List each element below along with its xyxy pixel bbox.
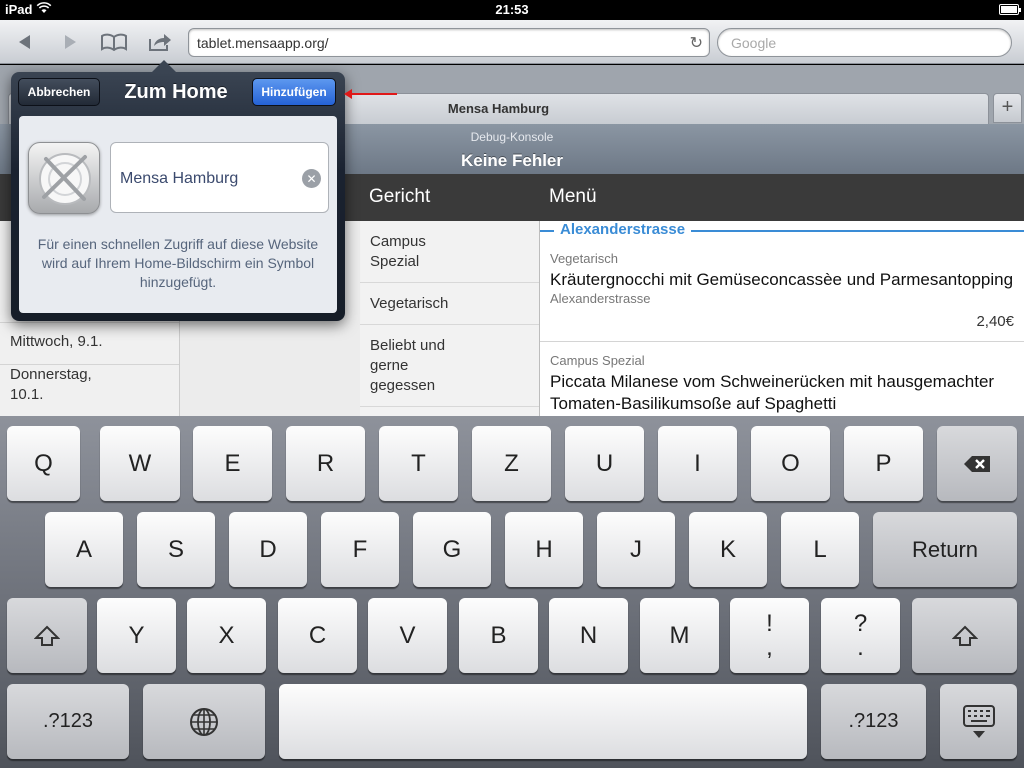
backspace-key[interactable] (937, 426, 1017, 501)
bookmark-name-input[interactable] (120, 167, 295, 191)
day-item-thursday[interactable]: Donnerstag, 10.1. (0, 364, 179, 415)
space-key[interactable] (279, 684, 807, 759)
bookmarks-icon[interactable] (99, 29, 129, 55)
key-g[interactable]: G (413, 512, 491, 587)
battery-icon (999, 4, 1021, 15)
key-r[interactable]: R (286, 426, 365, 501)
globe-icon (190, 707, 218, 736)
day-item-wednesday[interactable]: Mittwoch, 9.1. (0, 322, 179, 360)
key-bottom-char: , (766, 633, 773, 661)
search-placeholder: Google (731, 35, 777, 51)
browser-toolbar: tablet.mensaapp.org/ ↻ Google (0, 20, 1024, 64)
app-icon (28, 142, 100, 214)
key-t[interactable]: T (379, 426, 458, 501)
key-question-period[interactable]: ?. (821, 598, 900, 673)
globe-key[interactable] (143, 684, 265, 759)
shift-icon (951, 625, 978, 646)
key-m[interactable]: M (640, 598, 719, 673)
key-bottom-char: . (857, 633, 864, 661)
key-o[interactable]: O (751, 426, 830, 501)
key-n[interactable]: N (549, 598, 628, 673)
dish-item[interactable]: Vegetarisch Kräutergnocchi mit Gemüsecon… (540, 251, 1024, 330)
key-exclamation-comma[interactable]: !, (730, 598, 809, 673)
add-button[interactable]: Hinzufügen (252, 78, 336, 106)
category-column: Gericht Campus Spezial Vegetarisch Belie… (360, 174, 540, 416)
numbers-key-right[interactable]: .?123 (821, 684, 926, 759)
section-title: Alexanderstrasse (554, 221, 692, 238)
key-i[interactable]: I (658, 426, 737, 501)
key-v[interactable]: V (368, 598, 447, 673)
key-e[interactable]: E (193, 426, 272, 501)
dish-category: Campus Spezial (550, 353, 645, 368)
dish-name: Piccata Milanese vom Schweinerücken mit … (550, 372, 995, 413)
category-item-campus-spezial[interactable]: Campus Spezial (360, 221, 539, 283)
key-k[interactable]: K (689, 512, 767, 587)
key-j[interactable]: J (597, 512, 675, 587)
key-top-char: ? (853, 609, 868, 637)
url-text: tablet.mensaapp.org/ (197, 35, 329, 51)
key-p[interactable]: P (844, 426, 923, 501)
key-w[interactable]: W (100, 426, 180, 501)
search-field[interactable]: Google (717, 28, 1012, 57)
key-u[interactable]: U (565, 426, 644, 501)
hide-keyboard-icon (962, 704, 995, 738)
key-top-char: ! (766, 609, 773, 637)
key-y[interactable]: Y (97, 598, 176, 673)
shift-key-right[interactable] (912, 598, 1017, 673)
dish-item[interactable]: Campus Spezial Piccata Milanese vom Schw… (540, 353, 1024, 415)
new-tab-plus-icon[interactable]: + (993, 93, 1022, 123)
popover-arrow (152, 60, 176, 72)
on-screen-keyboard: Q W E R T Z U I O P A S D F G H J K L Re… (0, 416, 1024, 768)
plate-cutlery-icon (39, 153, 91, 205)
key-a[interactable]: A (45, 512, 123, 587)
status-bar: iPad 21:53 (0, 0, 1024, 20)
category-item-vegetarisch[interactable]: Vegetarisch (360, 283, 539, 325)
popover-hint: Für einen schnellen Zugriff auf diese We… (37, 236, 319, 290)
menu-column: Menü Alexanderstrasse Vegetarisch Kräute… (540, 174, 1024, 416)
key-z[interactable]: Z (472, 426, 551, 501)
key-q[interactable]: Q (7, 426, 80, 501)
key-h[interactable]: H (505, 512, 583, 587)
add-to-home-popover: Abbrechen Zum Home Hinzufügen ✕ Für eine… (11, 60, 345, 321)
popover-body: ✕ Für einen schnellen Zugriff auf diese … (19, 116, 337, 313)
key-b[interactable]: B (459, 598, 538, 673)
reload-icon[interactable]: ↻ (690, 33, 703, 53)
share-icon[interactable] (145, 29, 175, 55)
back-arrow-icon[interactable] (10, 29, 40, 55)
backspace-icon (964, 455, 990, 472)
key-l[interactable]: L (781, 512, 859, 587)
address-bar[interactable]: tablet.mensaapp.org/ ↻ (188, 28, 710, 57)
clear-text-icon[interactable]: ✕ (302, 169, 321, 188)
key-c[interactable]: C (278, 598, 357, 673)
cancel-button[interactable]: Abbrechen (18, 78, 100, 106)
key-s[interactable]: S (137, 512, 215, 587)
menu-column-header: Menü (540, 174, 1024, 221)
key-x[interactable]: X (187, 598, 266, 673)
clock: 21:53 (495, 2, 529, 17)
key-f[interactable]: F (321, 512, 399, 587)
category-item-beliebt[interactable]: Beliebt und gerne gegessen (360, 325, 539, 407)
shift-key-left[interactable] (7, 598, 87, 673)
dish-name: Kräutergnocchi mit Gemüseconcassèe und P… (550, 270, 1014, 289)
dish-location: Alexanderstrasse (550, 291, 651, 306)
shift-icon (34, 625, 60, 646)
divider (540, 341, 1024, 342)
forward-arrow-icon[interactable] (55, 29, 85, 55)
category-column-header: Gericht (360, 174, 540, 221)
dish-category: Vegetarisch (550, 251, 618, 266)
hide-keyboard-key[interactable] (940, 684, 1017, 759)
key-d[interactable]: D (229, 512, 307, 587)
bookmark-name-field[interactable]: ✕ (110, 142, 329, 213)
annotation-arrow-icon (344, 89, 397, 99)
popover-title: Zum Home (124, 81, 228, 103)
return-key[interactable]: Return (873, 512, 1017, 587)
dish-price: 2,40€ (976, 313, 1014, 330)
numbers-key-left[interactable]: .?123 (7, 684, 129, 759)
